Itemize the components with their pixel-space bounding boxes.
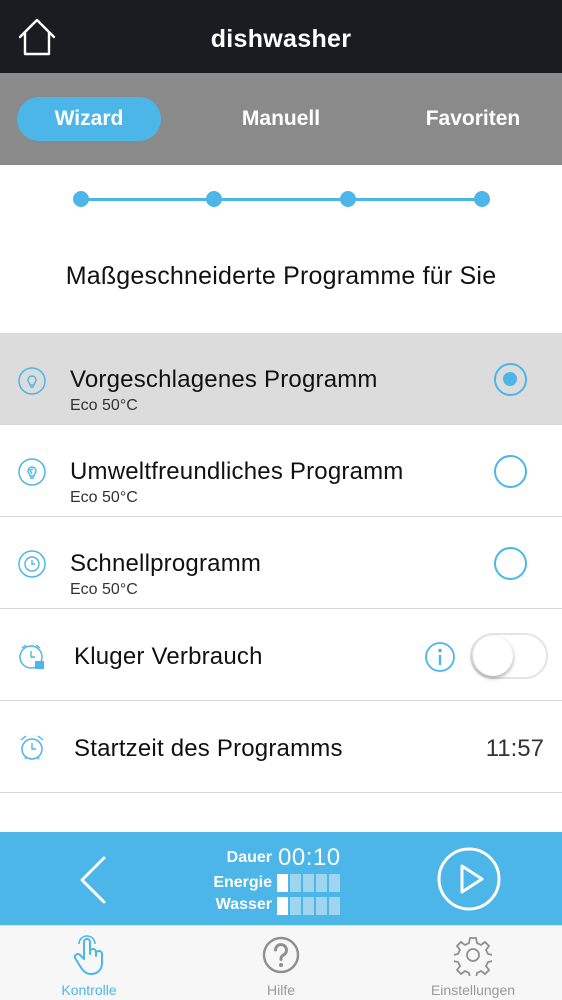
energy-level-segment	[316, 874, 327, 892]
program-subtitle: Eco 50°C	[70, 397, 138, 414]
tabbar-item-einstellungen[interactable]: Einstellungen	[403, 926, 543, 1000]
tabbar-label: Hilfe	[266, 982, 295, 998]
water-level-segment	[329, 897, 340, 915]
info-icon[interactable]	[424, 641, 456, 673]
smart-clock-icon	[19, 644, 44, 669]
step-dot-4	[474, 191, 490, 207]
bottom-tab-bar: Kontrolle Hilfe Einstellungen	[0, 925, 562, 1000]
energy-level-segment	[290, 874, 301, 892]
water-level-segment	[316, 897, 327, 915]
gear-icon	[454, 937, 492, 976]
water-label: Wasser	[215, 896, 272, 913]
step-dot-3	[340, 191, 356, 207]
tabbar-item-kontrolle[interactable]: Kontrolle	[19, 926, 159, 1000]
duration-value: 00:10	[278, 844, 341, 871]
energy-level-segment	[277, 874, 288, 892]
leaf-bulb-icon	[18, 458, 46, 486]
program-radio-selected[interactable]	[494, 363, 527, 396]
program-subtitle: Eco 50°C	[70, 489, 138, 506]
program-row-eco[interactable]: Umweltfreundliches Programm Eco 50°C	[0, 425, 562, 517]
step-line	[81, 198, 483, 201]
program-row-quick[interactable]: Schnellprogramm Eco 50°C	[0, 517, 562, 609]
radio-dot	[503, 372, 517, 386]
program-summary-panel: Dauer 00:10 Energie Wasser	[0, 832, 562, 925]
wizard-step-indicator	[73, 190, 491, 208]
energy-level-segment	[303, 874, 314, 892]
tabbar-label: Einstellungen	[430, 982, 516, 998]
water-level-segment	[277, 897, 288, 915]
program-row-suggested[interactable]: Vorgeschlagenes Programm Eco 50°C	[0, 333, 562, 425]
program-title: Vorgeschlagenes Programm	[70, 366, 378, 393]
wizard-headline: Maßgeschneiderte Programme für Sie	[65, 262, 497, 290]
start-time-row[interactable]: Startzeit des Programms 11:57	[0, 701, 562, 793]
start-time-label: Startzeit des Programms	[74, 735, 343, 762]
back-chevron-icon[interactable]	[70, 852, 120, 908]
water-level-bars	[277, 897, 345, 915]
smart-usage-label: Kluger Verbrauch	[74, 643, 263, 670]
energy-label: Energie	[213, 874, 272, 891]
tabbar-item-hilfe[interactable]: Hilfe	[211, 926, 351, 1000]
tab-manuell[interactable]: Manuell	[210, 97, 352, 141]
program-radio[interactable]	[494, 547, 527, 580]
duration-label: Dauer	[226, 849, 272, 866]
smart-usage-toggle[interactable]	[470, 633, 548, 679]
program-subtitle: Eco 50°C	[70, 581, 138, 598]
lightbulb-icon	[18, 367, 46, 395]
smart-usage-row: Kluger Verbrauch	[0, 609, 562, 701]
start-time-value[interactable]: 11:57	[486, 735, 544, 763]
help-icon	[262, 936, 300, 974]
program-title: Schnellprogramm	[70, 550, 262, 577]
clock-icon	[18, 550, 46, 578]
mode-tab-bar: Wizard Manuell Favoriten	[0, 73, 562, 165]
tab-favoriten[interactable]: Favoriten	[400, 97, 546, 141]
top-bar: dishwasher	[0, 0, 562, 73]
touch-hand-icon	[73, 935, 103, 975]
toggle-knob	[473, 636, 513, 676]
alarm-clock-icon	[20, 735, 44, 760]
tabbar-label: Kontrolle	[61, 982, 117, 998]
energy-level-bars	[277, 874, 345, 892]
program-radio[interactable]	[494, 455, 527, 488]
water-level-segment	[290, 897, 301, 915]
step-dot-1	[73, 191, 89, 207]
water-level-segment	[303, 897, 314, 915]
app-title: dishwasher	[210, 25, 352, 53]
tab-wizard[interactable]: Wizard	[17, 97, 161, 141]
program-title: Umweltfreundliches Programm	[70, 458, 404, 485]
step-dot-2	[206, 191, 222, 207]
play-button[interactable]	[436, 846, 502, 912]
energy-level-segment	[329, 874, 340, 892]
